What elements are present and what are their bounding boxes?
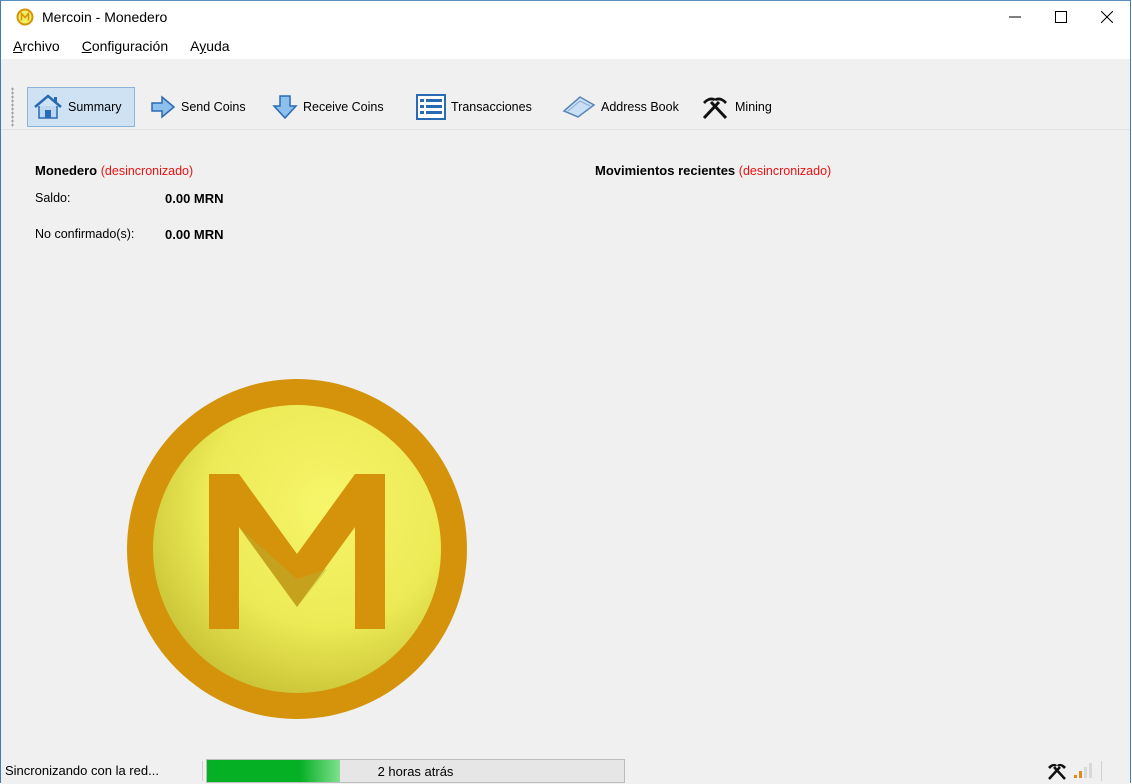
sync-progress-bar: 2 horas atrás	[206, 759, 625, 783]
tab-transactions[interactable]: Transacciones	[411, 87, 537, 127]
tab-mining-label: Mining	[735, 100, 772, 114]
unconfirmed-label: No confirmado(s):	[35, 227, 135, 241]
title-bar[interactable]: Mercoin - Monedero	[1, 1, 1130, 33]
mining-status-icon[interactable]	[1047, 762, 1067, 780]
wallet-title: Monedero	[35, 163, 98, 178]
wallet-heading: Monedero (desincronizado)	[35, 163, 193, 178]
tab-address-book-label: Address Book	[601, 100, 679, 114]
tab-send-coins[interactable]: Send Coins	[145, 87, 251, 127]
status-bar: Sincronizando con la red... 2 horas atrá…	[1, 757, 1130, 784]
menu-ayuda-label: uda	[206, 38, 230, 54]
tab-summary-label: Summary	[68, 100, 122, 114]
menu-configuracion-mnemonic: C	[81, 38, 92, 54]
close-icon	[1101, 11, 1113, 23]
window-controls	[992, 1, 1130, 33]
status-separator	[202, 761, 203, 781]
home-icon	[34, 94, 62, 119]
tab-send-coins-label: Send Coins	[181, 100, 246, 114]
sync-progress-text: 2 horas atrás	[377, 764, 454, 779]
tab-receive-coins[interactable]: Receive Coins	[267, 87, 389, 127]
tab-address-book[interactable]: Address Book	[557, 87, 684, 127]
unconfirmed-value: 0.00 MRN	[165, 227, 224, 242]
receive-arrow-icon	[272, 95, 298, 120]
menu-configuracion-label: onfiguración	[91, 38, 169, 54]
minimize-icon	[1009, 16, 1021, 18]
list-icon	[416, 94, 446, 120]
mercoin-logo-icon	[16, 8, 34, 26]
pickaxe-icon	[702, 97, 728, 120]
maximize-button[interactable]	[1038, 1, 1084, 33]
menu-ayuda[interactable]: Ayuda	[188, 36, 231, 56]
menu-archivo[interactable]: Archivo	[11, 36, 62, 56]
toolbar-grip[interactable]	[11, 87, 14, 127]
balance-value: 0.00 MRN	[165, 191, 224, 206]
balance-label: Saldo:	[35, 191, 71, 205]
menu-ayuda-prefix: A	[190, 38, 200, 54]
minimize-button[interactable]	[992, 1, 1038, 33]
recent-sync-status: (desincronizado)	[738, 164, 832, 178]
wallet-sync-status: (desincronizado)	[100, 164, 194, 178]
tab-summary[interactable]: Summary	[27, 87, 135, 127]
send-arrow-icon	[151, 95, 176, 119]
mercoin-coin-logo	[127, 379, 467, 719]
status-separator-right	[1101, 761, 1102, 781]
menu-configuracion[interactable]: Configuración	[80, 36, 170, 56]
window-title: Mercoin - Monedero	[42, 9, 168, 25]
close-button[interactable]	[1084, 1, 1130, 33]
sync-status-text: Sincronizando con la red...	[5, 763, 159, 778]
tab-transactions-label: Transacciones	[451, 100, 532, 114]
recent-title: Movimientos recientes	[595, 163, 736, 178]
main-window: Mercoin - Monedero Archivo Configuración…	[0, 0, 1131, 784]
tab-receive-coins-label: Receive Coins	[303, 100, 384, 114]
tab-mining[interactable]: Mining	[695, 87, 777, 127]
maximize-icon	[1055, 11, 1067, 23]
menu-archivo-mnemonic: A	[13, 38, 23, 54]
recent-heading: Movimientos recientes (desincronizado)	[595, 163, 831, 178]
menu-bar: Archivo Configuración Ayuda	[1, 33, 1130, 59]
address-book-icon	[562, 96, 596, 118]
menu-archivo-label: rchivo	[22, 38, 60, 54]
connections-signal-icon[interactable]	[1073, 763, 1093, 779]
